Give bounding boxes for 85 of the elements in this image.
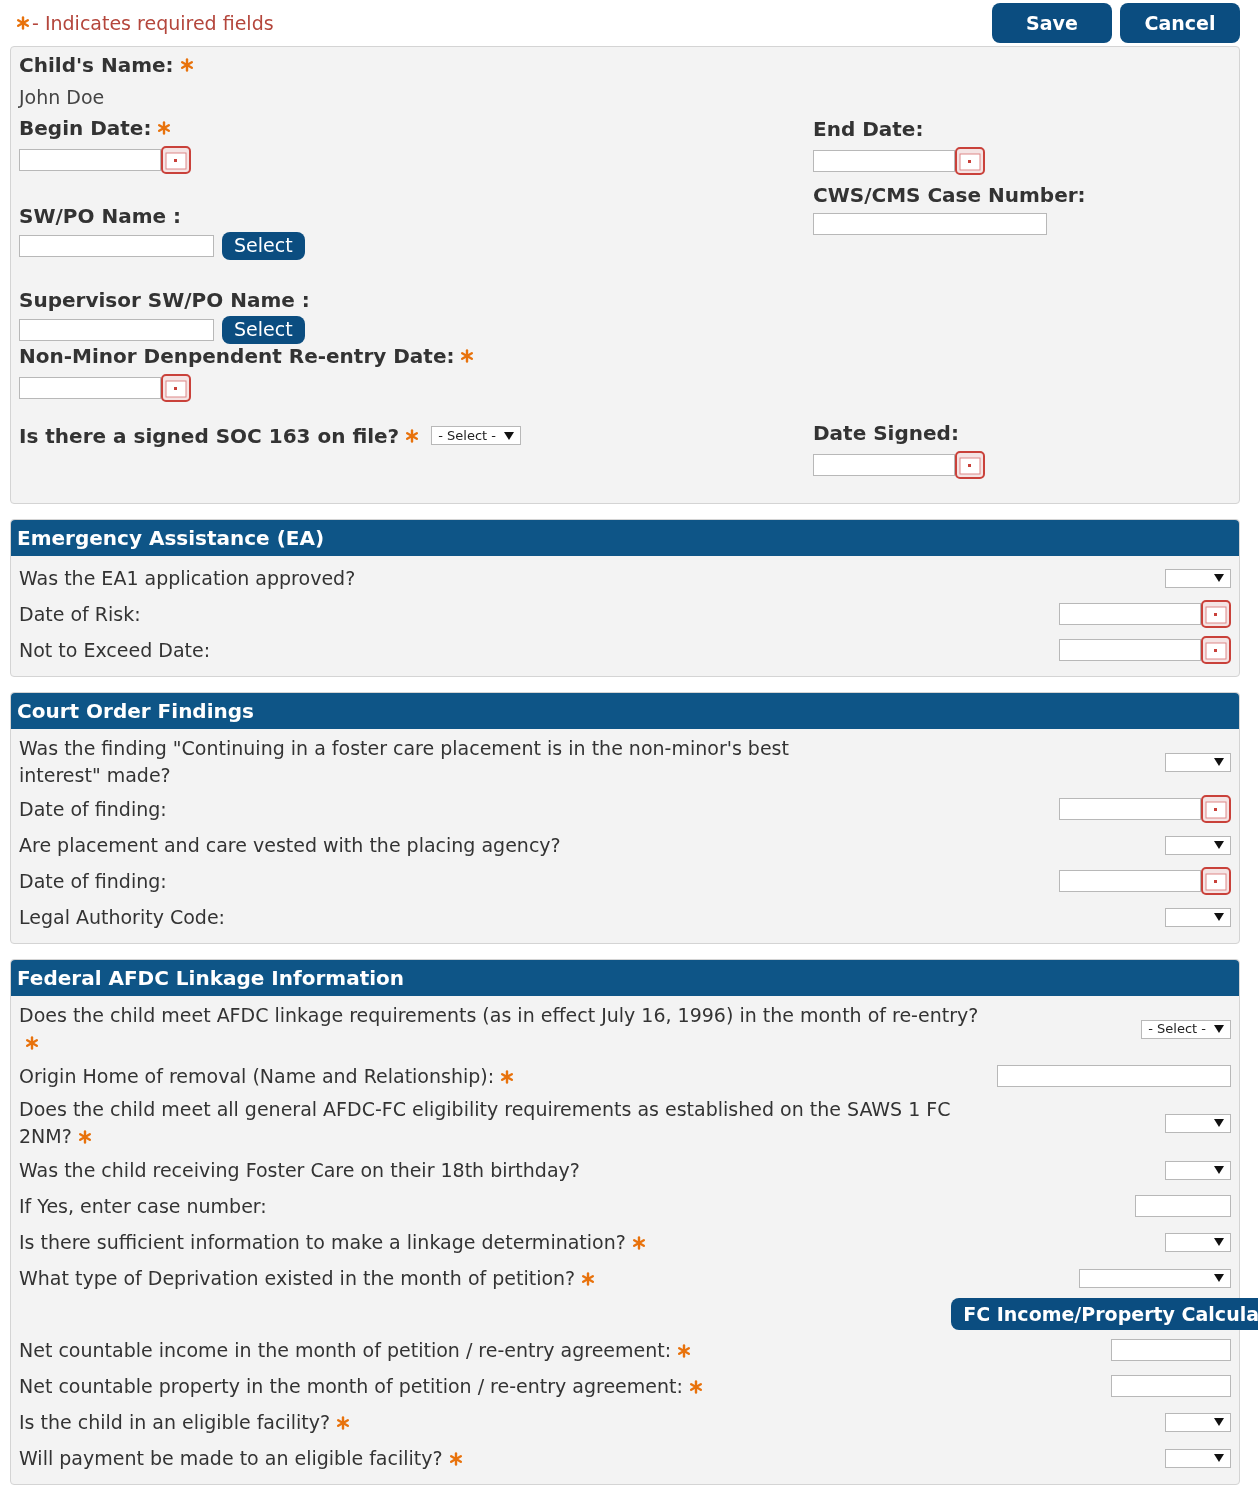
- text-field[interactable]: [1135, 1195, 1231, 1217]
- section-header: Emergency Assistance (EA): [11, 520, 1239, 556]
- question-label: Does the child meet all general AFDC-FC eligibility requirements as established on the SAWS 1 FC 2NM?: [19, 1098, 951, 1147]
- caret-icon: [1214, 1166, 1224, 1174]
- question-label: Date of finding:: [19, 797, 167, 820]
- caret-icon: [1214, 1119, 1224, 1127]
- question-label: Is the child in an eligible facility?: [19, 1410, 331, 1433]
- caret-icon: [1214, 574, 1224, 582]
- date-field[interactable]: [1059, 639, 1201, 661]
- question-label: Not to Exceed Date:: [19, 638, 211, 661]
- question-label: If Yes, enter case number:: [19, 1194, 267, 1217]
- question-label: Will payment be made to an eligible facility?: [19, 1446, 443, 1469]
- field-label: Supervisor SW/PO Name :: [19, 287, 310, 312]
- calendar-icon[interactable]: [955, 451, 985, 479]
- calculator-button[interactable]: FC Income/Property Calcula: [951, 1298, 1258, 1330]
- question-label: Legal Authority Code:: [19, 905, 225, 928]
- caret-icon: [1214, 841, 1224, 849]
- date-field[interactable]: [813, 150, 955, 172]
- question-label: Was the child receiving Foster Care on their 18th birthday?: [19, 1158, 580, 1181]
- caret-icon: [1214, 758, 1224, 766]
- question-label: What type of Deprivation existed in the month of petition?: [19, 1266, 576, 1289]
- dropdown[interactable]: [1165, 752, 1231, 772]
- question-label: Was the finding "Continuing in a foster care placement is in the non-minor's best interest" made?: [19, 737, 789, 786]
- text-field[interactable]: [1111, 1339, 1231, 1361]
- question-label: Net countable income in the month of petition / re-entry agreement:: [19, 1338, 672, 1361]
- date-field[interactable]: [1059, 603, 1201, 625]
- select-button[interactable]: Select: [222, 231, 305, 260]
- section-header: Federal AFDC Linkage Information: [11, 960, 1239, 996]
- dropdown[interactable]: [1165, 1448, 1231, 1468]
- caret-icon: [1214, 1454, 1224, 1462]
- field-label: SW/PO Name :: [19, 203, 181, 228]
- date-field[interactable]: [1059, 798, 1201, 820]
- calendar-icon[interactable]: [1201, 600, 1231, 628]
- text-field[interactable]: [19, 234, 214, 257]
- select-button[interactable]: Select: [222, 315, 305, 344]
- text-field[interactable]: [19, 318, 214, 341]
- caret-icon: [1214, 1025, 1224, 1033]
- text-field[interactable]: [1111, 1375, 1231, 1397]
- dropdown[interactable]: [1165, 568, 1231, 588]
- field-label: End Date:: [813, 117, 925, 141]
- calendar-icon[interactable]: [1201, 795, 1231, 823]
- text-field[interactable]: [813, 213, 1047, 235]
- date-field[interactable]: [19, 148, 161, 171]
- dropdown[interactable]: - Select -: [431, 426, 521, 445]
- date-field[interactable]: [19, 376, 161, 399]
- field-label: Non-Minor Denpendent Re-entry Date:: [19, 343, 455, 368]
- caret-icon: [504, 431, 514, 440]
- question-label: Origin Home of removal (Name and Relationship):: [19, 1064, 495, 1087]
- calendar-icon[interactable]: [161, 145, 191, 174]
- dropdown[interactable]: [1165, 835, 1231, 855]
- field-label: Child's Name:: [19, 53, 174, 77]
- question-label: Is there sufficient information to make a linkage determination?: [19, 1230, 626, 1253]
- field-label: CWS/CMS Case Number:: [813, 183, 1086, 207]
- field-label: Begin Date:: [19, 115, 152, 140]
- calendar-icon[interactable]: [1201, 636, 1231, 664]
- dropdown[interactable]: - Select -: [1141, 1019, 1231, 1039]
- field-value: John Doe: [19, 85, 106, 110]
- field-label: Is there a signed SOC 163 on file?: [19, 423, 400, 448]
- required-note: - Indicates required fields: [32, 10, 274, 36]
- caret-icon: [1214, 1418, 1224, 1426]
- calendar-icon[interactable]: [1201, 867, 1231, 895]
- caret-icon: [1214, 913, 1224, 921]
- dropdown[interactable]: [1165, 1113, 1231, 1133]
- question-label: Net countable property in the month of petition / re-entry agreement:: [19, 1374, 683, 1397]
- cancel-button[interactable]: Cancel: [1120, 3, 1240, 43]
- calendar-icon[interactable]: [161, 373, 191, 402]
- caret-icon: [1214, 1238, 1224, 1246]
- dropdown[interactable]: [1165, 1232, 1231, 1252]
- save-button[interactable]: Save: [992, 3, 1112, 43]
- section-header: Court Order Findings: [11, 693, 1239, 729]
- calendar-icon[interactable]: [955, 147, 985, 175]
- date-field[interactable]: [1059, 870, 1201, 892]
- question-label: Date of finding:: [19, 869, 167, 892]
- field-label: Date Signed:: [813, 421, 960, 445]
- required-icon: [16, 16, 30, 30]
- question-label: Does the child meet AFDC linkage requirements (as in effect July 16, 1996) in the month of re-entry?: [19, 1004, 979, 1026]
- question-label: Are placement and care vested with the placing agency?: [19, 833, 561, 856]
- question-label: Was the EA1 application approved?: [19, 566, 356, 589]
- date-field[interactable]: [813, 454, 955, 476]
- question-label: Date of Risk:: [19, 602, 141, 625]
- dropdown[interactable]: [1165, 1412, 1231, 1432]
- dropdown[interactable]: [1165, 907, 1231, 927]
- text-field[interactable]: [997, 1065, 1231, 1087]
- dropdown[interactable]: [1165, 1160, 1231, 1180]
- caret-icon: [1214, 1274, 1224, 1282]
